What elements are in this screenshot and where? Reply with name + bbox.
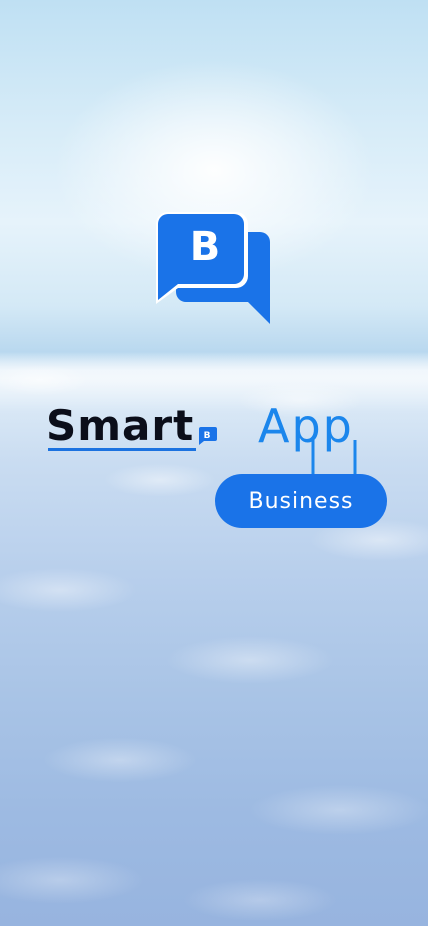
icon-letter: B [190, 224, 221, 270]
chat-bubble-b-icon: B [196, 426, 218, 446]
brand-wordmark: Smart B App [46, 400, 390, 480]
brand-word-smart: Smart [46, 401, 195, 450]
business-badge: Business [215, 474, 387, 528]
splash-screen: B Smart B App Business [0, 0, 428, 926]
chat-bubbles-b-icon: B [156, 210, 272, 326]
badge-letter: B [204, 431, 211, 441]
wordmark-underline [48, 448, 196, 451]
